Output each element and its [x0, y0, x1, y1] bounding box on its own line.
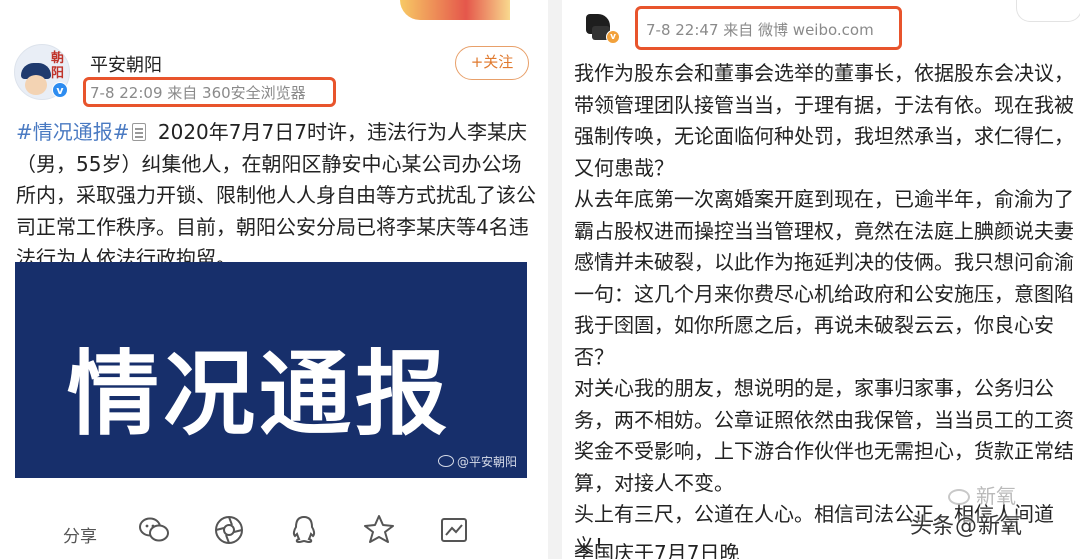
banner-fragment: [400, 0, 510, 20]
wechat-icon: [948, 489, 970, 505]
hashtag-link[interactable]: #情况通报#: [16, 120, 130, 144]
verified-icon: v: [52, 82, 68, 98]
follow-button[interactable]: +关注: [455, 46, 529, 80]
wechat-icon[interactable]: [137, 513, 171, 547]
avatar[interactable]: v: [584, 10, 620, 44]
post-body: #情况通报# 2020年7月7日7时许，违法行为人李某庆（男，55岁）纠集他人，…: [16, 117, 536, 275]
document-icon: [131, 123, 146, 141]
wechat-watermark: 新氧: [948, 480, 1016, 509]
toutiao-watermark: 头条@新氧: [910, 514, 1023, 539]
author-name[interactable]: 平安朝阳: [90, 51, 162, 77]
paragraph: 我作为股东会和董事会选举的董事长，依据股东会决议，带领管理团队接管当当，于理有据…: [574, 61, 1074, 180]
follow-button[interactable]: [1016, 0, 1080, 22]
paragraph: 从去年底第一次离婚案开庭到现在，已逾半年，俞渝为了霸占股权进而操控当当管理权，竟…: [574, 187, 1074, 369]
moments-icon[interactable]: [212, 513, 246, 547]
qq-icon[interactable]: [287, 513, 321, 547]
qzone-icon[interactable]: [362, 513, 396, 547]
weibo-icon: [437, 455, 454, 467]
save-image-icon[interactable]: [437, 513, 471, 547]
signature: 李国庆于7月7日晚: [574, 541, 740, 559]
share-label: 分享: [63, 527, 97, 547]
notice-image[interactable]: 情况通报 @平安朝阳: [15, 262, 527, 478]
avatar-text: 朝阳: [51, 51, 65, 81]
notice-image-title: 情况通报: [67, 341, 452, 448]
verified-icon: v: [606, 30, 620, 44]
left-weibo-post: 朝阳 v 平安朝阳 7-8 22:09 来自 360安全浏览器 +关注 #情况通…: [0, 0, 548, 559]
post-meta: 7-8 22:47 来自 微博 weibo.com: [646, 21, 874, 39]
divider: [548, 0, 562, 559]
right-weibo-post: v 7-8 22:47 来自 微博 weibo.com 我作为股东会和董事会选举…: [562, 0, 1080, 559]
post-meta: 7-8 22:09 来自 360安全浏览器: [90, 84, 306, 102]
police-face-shape: [25, 75, 47, 95]
image-watermark: @平安朝阳: [437, 453, 517, 470]
